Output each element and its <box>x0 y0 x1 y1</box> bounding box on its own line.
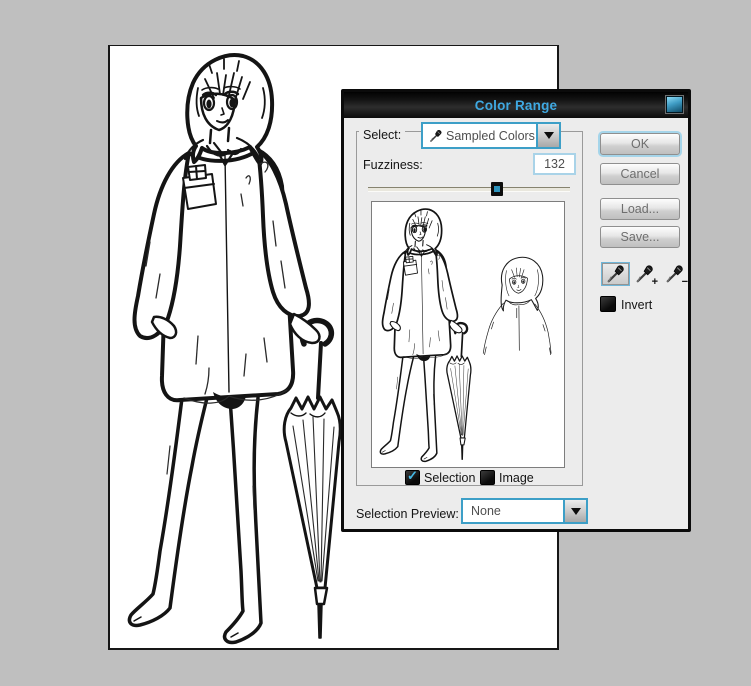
ok-button[interactable]: OK <box>600 133 680 155</box>
select-dropdown[interactable]: Sampled Colors <box>421 122 561 149</box>
select-dropdown-value: Sampled Colors <box>446 124 536 147</box>
image-radio-label[interactable]: Image <box>499 471 534 485</box>
save-button[interactable]: Save... <box>600 226 680 248</box>
cancel-button[interactable]: Cancel <box>600 163 680 185</box>
dialog-title: Color Range <box>475 98 557 113</box>
selection-radio-label[interactable]: Selection <box>424 471 475 485</box>
minus-glyph: − <box>682 276 688 288</box>
selection-preview-row: Selection Preview: None <box>344 498 688 524</box>
fuzziness-input[interactable]: 132 <box>533 153 576 175</box>
eyedropper-sample-button[interactable] <box>601 262 630 286</box>
dialog-body: Select: Sampled Colors Fuzziness: 132 ✓ … <box>344 118 688 529</box>
selection-preview-arrow-button[interactable] <box>563 500 586 522</box>
eyedropper-icon <box>423 124 446 147</box>
color-range-dialog: Color Range Select: Sampled Colors Fuzzi… <box>341 89 691 532</box>
selection-preview-dropdown[interactable]: None <box>461 498 588 524</box>
fuzziness-slider[interactable] <box>368 187 570 192</box>
dialog-titlebar[interactable]: Color Range <box>344 92 688 118</box>
select-dropdown-arrow-button[interactable] <box>536 124 559 147</box>
fuzziness-value: 132 <box>544 157 565 171</box>
chevron-down-icon <box>544 132 554 139</box>
selection-radio[interactable]: ✓ <box>405 470 420 485</box>
preview-artwork <box>372 202 564 467</box>
plus-glyph: + <box>652 276 658 288</box>
window-button[interactable] <box>666 96 683 113</box>
select-label: Select: <box>359 128 405 142</box>
eyedropper-icon <box>606 264 626 284</box>
selection-preview-value: None <box>463 500 563 522</box>
chevron-down-icon <box>571 508 581 515</box>
photoshop-workspace: { "desktop": { "background_color": "#bfb… <box>0 0 751 686</box>
fuzziness-slider-handle[interactable] <box>491 182 503 196</box>
load-button[interactable]: Load... <box>600 198 680 220</box>
selection-preview-thumbnail[interactable] <box>371 201 565 468</box>
eyedropper-add-button[interactable]: + <box>635 264 657 286</box>
eyedropper-subtract-button[interactable]: − <box>665 264 687 286</box>
selection-preview-label: Selection Preview: <box>356 507 459 521</box>
check-icon: ✓ <box>407 468 418 484</box>
invert-checkbox[interactable]: ✓ <box>600 296 616 312</box>
image-radio[interactable]: ✓ <box>480 470 495 485</box>
invert-label[interactable]: Invert <box>621 298 652 312</box>
fuzziness-label: Fuzziness: <box>363 158 423 172</box>
